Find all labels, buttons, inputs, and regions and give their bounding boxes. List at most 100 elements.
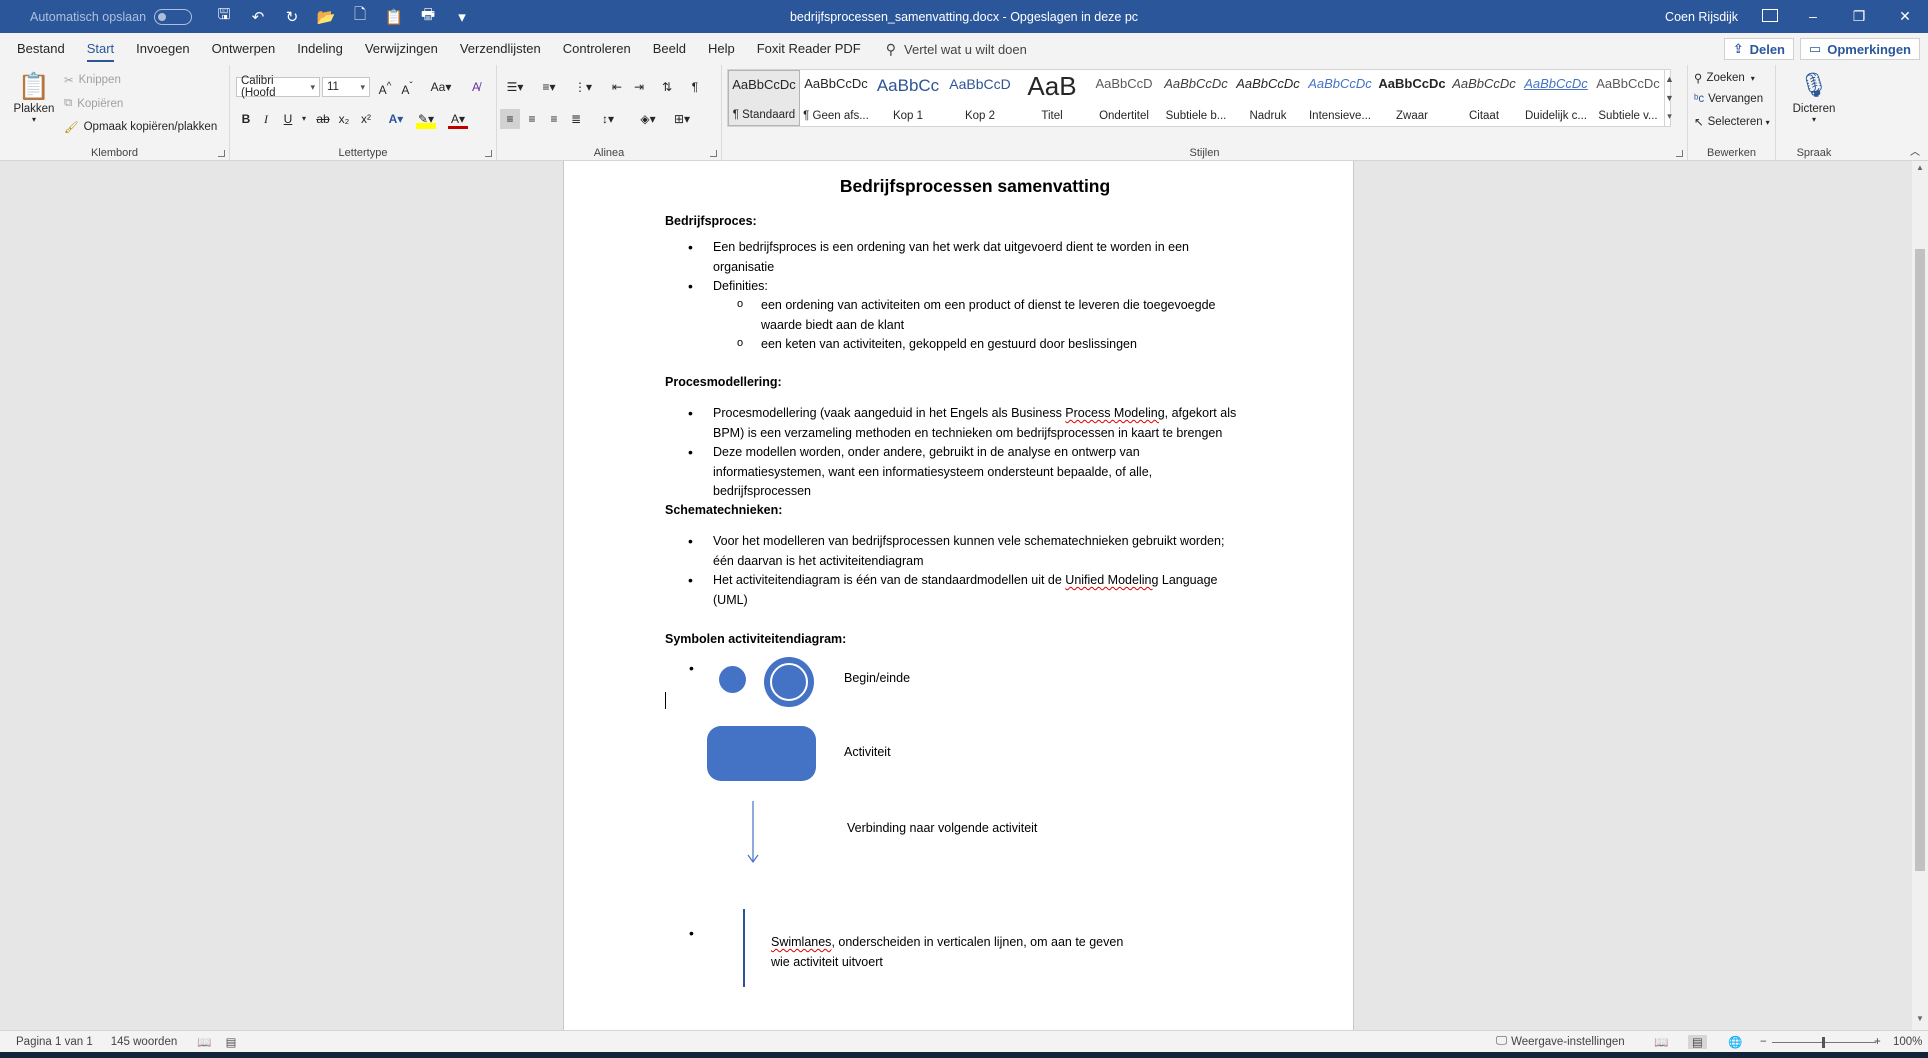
find-button[interactable]: ⚲ Zoeken ▾	[1694, 71, 1755, 85]
read-mode-icon[interactable]: 📖	[1654, 1035, 1668, 1049]
style-item[interactable]: AaBbCcD Ondertitel	[1088, 70, 1160, 126]
undo-icon[interactable]: ↶	[248, 8, 268, 26]
grow-font-icon[interactable]: A^	[375, 77, 395, 97]
proofing-icon[interactable]: 📖	[197, 1035, 211, 1049]
customize-qat-icon[interactable]: ▾	[452, 8, 472, 26]
word-count[interactable]: 145 woorden	[111, 1036, 178, 1048]
tab-beeld[interactable]: Beeld	[645, 33, 694, 65]
style-item[interactable]: AaBbCcDc Citaat	[1448, 70, 1520, 126]
replace-button[interactable]: ᵇc Vervangen	[1694, 93, 1763, 105]
vertical-scrollbar[interactable]: ▲ ▼	[1912, 161, 1928, 1030]
styles-down-icon[interactable]: ▼	[1665, 89, 1674, 108]
format-painter-button[interactable]: 🖌 Opmaak kopiëren/plakken	[64, 120, 217, 134]
style-item[interactable]: AaBbCcDc Nadruk	[1232, 70, 1304, 126]
show-formatting-icon[interactable]: ¶	[685, 77, 705, 97]
redo-icon[interactable]: ↻	[282, 8, 302, 26]
styles-launcher-icon[interactable]	[1676, 150, 1683, 157]
font-name-select[interactable]: Calibri (Hoofd	[236, 75, 320, 99]
tab-invoegen[interactable]: Invoegen	[128, 33, 198, 65]
clipboard-launcher-icon[interactable]	[218, 150, 225, 157]
display-settings-button[interactable]: 🖵 Weergave-instellingen	[1496, 1035, 1625, 1048]
tab-verzendlijsten[interactable]: Verzendlijsten	[452, 33, 549, 65]
cut-button[interactable]: ✂ Knippen	[64, 73, 121, 87]
shrink-font-icon[interactable]: Aˇ	[397, 77, 417, 97]
style-item[interactable]: AaBbCcDc Subtiele b...	[1160, 70, 1232, 126]
bold-icon[interactable]: B	[236, 109, 256, 129]
styles-up-icon[interactable]: ▲	[1665, 70, 1674, 89]
ribbon-display-options-icon[interactable]	[1762, 9, 1778, 22]
scroll-down-icon[interactable]: ▼	[1912, 1014, 1928, 1028]
print-layout-icon[interactable]: ▤	[1688, 1034, 1707, 1049]
spelling-error[interactable]: Unified Modeling	[1065, 573, 1158, 587]
page-count[interactable]: Pagina 1 van 1	[16, 1036, 93, 1048]
superscript-icon[interactable]: x²	[356, 109, 376, 129]
scrollbar-thumb[interactable]	[1915, 249, 1925, 871]
highlight-icon[interactable]: ✎▾	[416, 109, 436, 129]
shading-icon[interactable]: ◈▾	[633, 109, 663, 129]
align-center-icon[interactable]: ≡	[522, 109, 542, 129]
save-icon[interactable]: 🖫	[214, 4, 234, 29]
tab-controleren[interactable]: Controleren	[555, 33, 639, 65]
paste-button[interactable]: 📋 Plakken ▾	[12, 69, 56, 124]
borders-icon[interactable]: ⊞▾	[667, 109, 697, 129]
tell-me-search[interactable]: ⚲ Vertel wat u wilt doen	[886, 41, 1027, 58]
select-button[interactable]: ↖ Selecteren ▾	[1694, 115, 1770, 129]
close-icon[interactable]: ✕	[1882, 0, 1928, 33]
minimize-icon[interactable]: –	[1790, 0, 1836, 33]
style-item[interactable]: AaBbCcDc Intensieve...	[1304, 70, 1376, 126]
decrease-indent-icon[interactable]: ⇤	[607, 77, 627, 97]
zoom-in-icon[interactable]: +	[1874, 1036, 1881, 1048]
tab-verwijzingen[interactable]: Verwijzingen	[357, 33, 446, 65]
autosave[interactable]: Automatisch opslaan	[30, 8, 193, 25]
style-item[interactable]: AaBbCcD Kop 2	[944, 70, 1016, 126]
style-item[interactable]: AaBbCcDc Zwaar	[1376, 70, 1448, 126]
spelling-error[interactable]: Swimlanes	[771, 935, 831, 949]
font-size-select[interactable]: 11	[322, 77, 370, 97]
align-left-icon[interactable]: ≡	[500, 109, 520, 129]
tab-help[interactable]: Help	[700, 33, 743, 65]
start-node-shape[interactable]	[719, 666, 746, 693]
sort-icon[interactable]: ⇅	[657, 77, 677, 97]
swimlane-line-shape[interactable]	[743, 909, 745, 987]
style-item[interactable]: AaBbCc Kop 1	[872, 70, 944, 126]
clear-formatting-icon[interactable]: A̸	[466, 77, 486, 97]
tab-ontwerpen[interactable]: Ontwerpen	[204, 33, 284, 65]
collapse-ribbon-icon[interactable]: ︿	[1910, 143, 1920, 158]
tab-start[interactable]: Start	[79, 33, 122, 65]
strikethrough-icon[interactable]: ab	[313, 109, 333, 129]
text-effects-icon[interactable]: A▾	[386, 109, 406, 129]
multilevel-list-icon[interactable]: ⋮▾	[568, 77, 598, 97]
activity-shape[interactable]	[707, 726, 816, 781]
change-case-icon[interactable]: Aa▾	[426, 77, 456, 97]
autosave-toggle[interactable]	[154, 8, 193, 25]
tab-foxit-reader-pdf[interactable]: Foxit Reader PDF	[749, 33, 869, 65]
macro-icon[interactable]: ▤	[226, 1035, 237, 1049]
styles-more-icon[interactable]: ▾	[1665, 107, 1674, 126]
line-spacing-icon[interactable]: ↕▾	[593, 109, 623, 129]
arrow-shape[interactable]	[743, 801, 763, 867]
numbering-icon[interactable]: ≡▾	[534, 77, 564, 97]
user-name[interactable]: Coen Rijsdijk	[1665, 10, 1738, 24]
zoom-slider-thumb[interactable]	[1822, 1037, 1825, 1048]
document-page[interactable]: Bedrijfsprocessen samenvatting Bedrijfsp…	[563, 161, 1354, 1030]
tab-bestand[interactable]: Bestand	[9, 33, 73, 65]
end-node-shape[interactable]	[764, 657, 814, 707]
zoom-out-icon[interactable]: −	[1760, 1036, 1767, 1048]
style-item[interactable]: AaBbCcDc Subtiele v...	[1592, 70, 1664, 126]
subscript-icon[interactable]: x₂	[334, 109, 354, 129]
increase-indent-icon[interactable]: ⇥	[629, 77, 649, 97]
style-item[interactable]: AaBbCcDc ¶ Standaard	[728, 70, 800, 126]
open-icon[interactable]: 📂	[316, 8, 336, 26]
italic-icon[interactable]: I	[256, 109, 276, 129]
scroll-up-icon[interactable]: ▲	[1912, 163, 1928, 177]
style-item[interactable]: AaBbCcDc Duidelijk c...	[1520, 70, 1592, 126]
style-item[interactable]: AaB Titel	[1016, 70, 1088, 126]
font-color-icon[interactable]: A▾	[448, 109, 468, 129]
share-button[interactable]: ⇪ Delen	[1723, 38, 1794, 60]
print-preview-icon[interactable]: 🖶	[418, 4, 438, 29]
paragraph-launcher-icon[interactable]	[710, 150, 717, 157]
justify-icon[interactable]: ≣	[566, 109, 586, 129]
spelling-error[interactable]: Process Modeling	[1065, 406, 1164, 420]
font-launcher-icon[interactable]	[485, 150, 492, 157]
underline-options-icon[interactable]: ▾	[294, 109, 314, 129]
